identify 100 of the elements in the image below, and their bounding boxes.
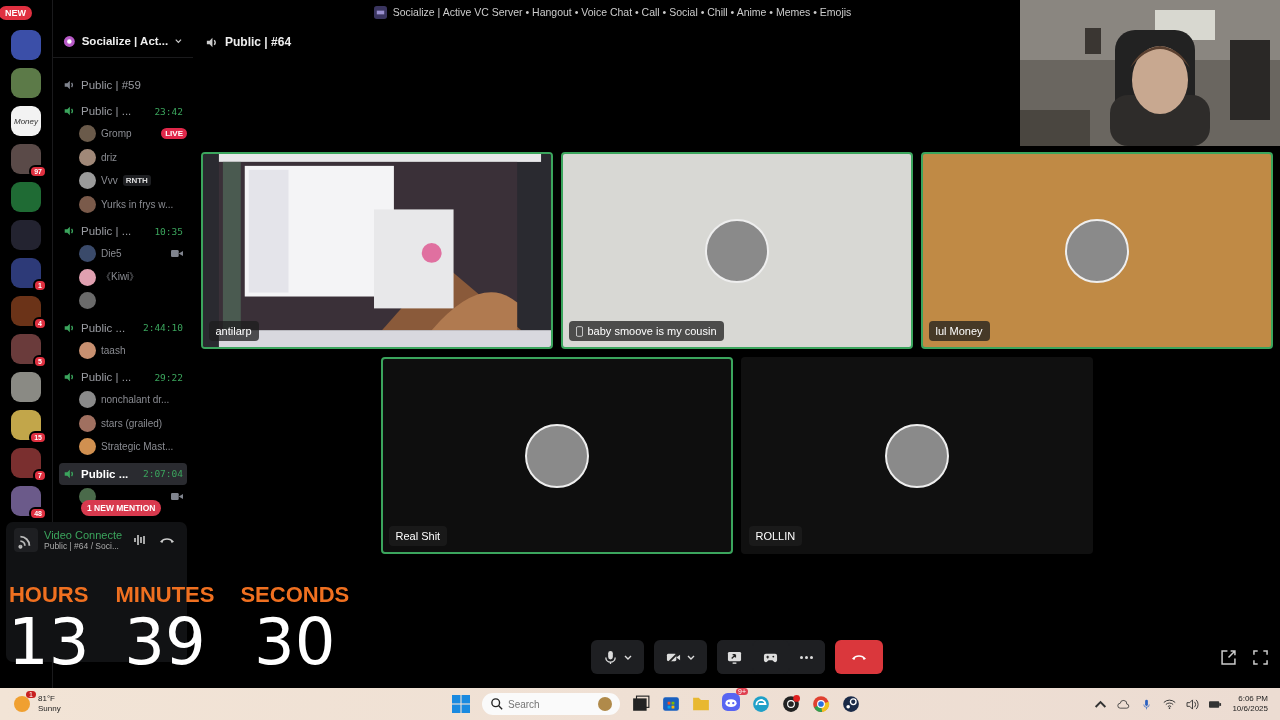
channel-name: Public | ... <box>81 371 132 383</box>
voice-channel[interactable]: Public | ... 10:35 <box>59 220 187 242</box>
chrome-icon[interactable] <box>812 695 830 713</box>
new-mention-badge[interactable]: 1 NEW MENTION <box>81 500 162 516</box>
window-title: Socialize | Active VC Server • Hangout • Voice Chat • Call • Social • Chill • Anime • Memes • Emojis <box>392 6 852 18</box>
channel-name: Public | ... <box>81 105 132 117</box>
video-tile[interactable]: lul Money <box>920 152 1273 349</box>
timer-label: MINUTES <box>115 584 215 606</box>
more-icon <box>800 655 813 659</box>
video-tile[interactable]: Real Shit <box>380 357 733 554</box>
chevron-icon <box>174 38 183 44</box>
member-name[interactable]: Yurks in frys w... <box>101 198 174 210</box>
new-badge: NEW <box>0 6 32 20</box>
participant-label: antilarp <box>215 325 252 337</box>
disconnect-icon[interactable] <box>160 537 175 543</box>
caret-icon <box>623 654 632 660</box>
avatar[interactable] <box>79 148 96 166</box>
live-badge: LIVE <box>161 128 187 140</box>
timer-label: SECONDS <box>240 584 350 606</box>
avatar[interactable] <box>79 268 96 286</box>
server-icon[interactable] <box>11 68 41 98</box>
video-tile[interactable]: baby smoove is my cousin <box>560 152 913 349</box>
server-icon[interactable] <box>11 144 41 174</box>
server-icon[interactable] <box>11 372 41 402</box>
video-tile[interactable]: ROLLIN <box>740 357 1093 554</box>
server-header[interactable]: Socialize | Act... <box>53 25 193 58</box>
avatar[interactable] <box>79 438 96 456</box>
server-icon[interactable] <box>11 258 41 288</box>
server-icon[interactable] <box>11 410 41 440</box>
channel-title: Public | #64 <box>225 35 292 49</box>
server-name: Socialize | Act... <box>81 35 169 47</box>
member-name[interactable]: 《Kiwi》 <box>101 270 140 285</box>
temperature: 81°F <box>38 694 56 704</box>
camera-icon <box>171 250 183 258</box>
member-name[interactable]: Die5 <box>101 248 122 260</box>
voice-channel-link[interactable]: Public | #64 / Soci... <box>44 541 123 551</box>
end-call-button[interactable] <box>834 640 883 674</box>
avatar[interactable] <box>79 341 96 359</box>
channel-name: Public | ... <box>81 225 132 237</box>
avatar[interactable] <box>79 391 96 409</box>
server-logo-text: Money <box>14 116 38 126</box>
chevron-up-icon[interactable] <box>1094 698 1108 710</box>
channel-name: Public ... <box>81 467 129 480</box>
timer-label: HOURS <box>9 584 89 606</box>
channel-name: Public ... <box>81 321 126 334</box>
member-name[interactable]: taash <box>101 344 126 356</box>
microphone-icon <box>602 649 618 665</box>
start-icon[interactable] <box>452 695 470 713</box>
member-name[interactable]: Strategic Mast... <box>101 441 174 453</box>
voice-channel[interactable]: Public | ... 23:42 <box>59 100 187 122</box>
voice-channel[interactable]: Public ... 2:44:10 <box>59 316 187 339</box>
channel-timer: 10:35 <box>154 225 183 237</box>
member-name[interactable]: Gromp <box>101 128 132 140</box>
microphone-button[interactable] <box>590 640 644 674</box>
search-icon <box>491 698 503 710</box>
server-icon[interactable] <box>11 486 41 516</box>
weather-condition: Sunny <box>38 704 61 714</box>
member-name[interactable]: driz <box>101 151 118 163</box>
pop-out-icon[interactable] <box>1221 649 1236 665</box>
channel-timer: 2:44:10 <box>142 322 183 333</box>
cloud-icon[interactable] <box>1117 698 1131 710</box>
volume-icon[interactable] <box>1186 698 1200 710</box>
member-name[interactable]: Vvv <box>101 175 118 187</box>
store-icon[interactable] <box>662 695 680 713</box>
timer-value: 39 <box>124 610 206 674</box>
voice-channel[interactable]: Public | ... 29:22 <box>59 366 187 388</box>
avatar[interactable] <box>79 414 96 432</box>
voice-channel[interactable]: Public ... 2:07:04 <box>59 462 187 485</box>
date: 10/6/2025 <box>1232 704 1268 715</box>
battery-icon[interactable] <box>1209 698 1223 710</box>
screen-share-icon <box>727 649 742 665</box>
member-name[interactable]: nonchalant dr... <box>101 394 170 406</box>
server-icon[interactable]: Money <box>11 106 41 136</box>
task-view-icon[interactable] <box>632 695 650 713</box>
time: 6:06 PM <box>1238 693 1268 704</box>
search-field[interactable]: Search <box>482 693 620 715</box>
participant-label: lul Money <box>935 325 983 337</box>
member-name[interactable]: stars (grailed) <box>101 417 163 429</box>
camera-button[interactable] <box>653 640 707 674</box>
wifi-icon[interactable] <box>1163 698 1177 710</box>
server-icon[interactable] <box>11 296 41 326</box>
server-icon[interactable] <box>11 334 41 364</box>
hang-up-icon <box>851 654 866 660</box>
caret-icon <box>686 654 695 660</box>
channel-name: Public | #59 <box>81 79 141 91</box>
fullscreen-icon[interactable] <box>1253 649 1268 665</box>
timer-value: 30 <box>254 610 336 674</box>
participant-label: baby smoove is my cousin <box>587 325 717 337</box>
participant-label: ROLLIN <box>755 530 796 542</box>
participant-label: Real Shit <box>395 530 441 542</box>
voice-channel[interactable]: Public | #59 <box>59 74 187 96</box>
signal-icon <box>14 528 38 552</box>
avatar[interactable] <box>79 172 96 190</box>
clock[interactable]: 6:06 PM 10/6/2025 <box>1232 693 1268 715</box>
channel-timer: 29:22 <box>154 371 183 383</box>
server-icon <box>373 5 387 19</box>
server-icon[interactable] <box>11 448 41 478</box>
camera-icon <box>171 492 183 500</box>
server-tag: RNTH <box>122 175 151 187</box>
video-tile[interactable]: antilarp <box>200 152 553 349</box>
